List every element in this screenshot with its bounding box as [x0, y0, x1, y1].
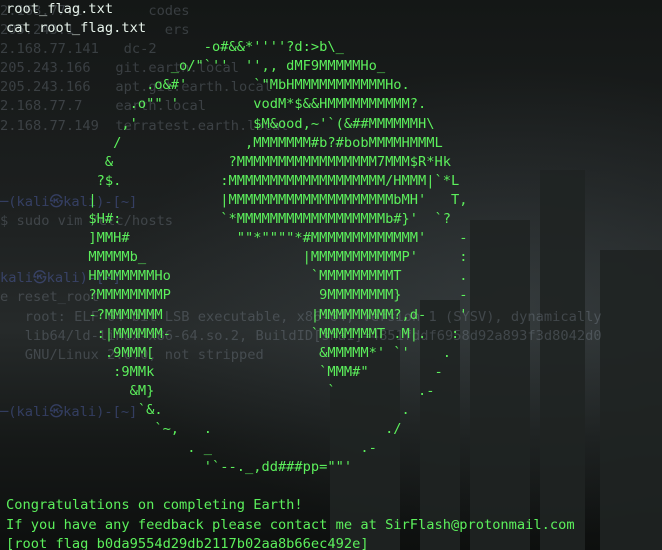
ascii-art-line: :|MMMMMM- `MMMMMMMT .M|. :: [6, 325, 460, 342]
ascii-art-line: .o&#' `"MbHMMMMMMMMMMMHo.: [6, 77, 410, 94]
ascii-art-line: & ?MMMMMMMMMMMMMMMMM7MMM$R*Hk: [6, 153, 451, 170]
command-line-cat: cat root_flag.txt: [6, 20, 147, 37]
ascii-art-line: :9MMk `MMM#" -: [6, 363, 443, 380]
ascii-art-line: ?MMMMMMMMP 9MMMMMMMM} -: [6, 287, 468, 304]
ascii-art-line: .o"" ' vodM*$&&HMMMMMMMMMM?.: [6, 96, 427, 113]
ascii-art-line: -o#&&*''''?d:>b\_: [6, 39, 344, 56]
terminal-window[interactable]: 2.168.77.1 codes 205.243.1 ers 2.168.77.14…: [0, 0, 662, 550]
congrats-message: Congratulations on completing Earth!: [6, 497, 303, 514]
ascii-art-line: | |MMMMMMMMMMMMMMMMMMMMbMH' T,: [6, 191, 468, 208]
ascii-art-line: $H#: `*MMMMMMMMMMMMMMMMMMb#}' `?: [6, 211, 451, 228]
ascii-art-line: ]MMH# ""*""""*#MMMMMMMMMMMMM' -: [6, 230, 468, 247]
command-line-ls: root_flag.txt: [6, 1, 114, 17]
ascii-art-line: MMMMMb_ |MMMMMMMMMMMP' :: [6, 249, 468, 266]
terminal-output: root_flag.txtcat root_flag.txt -o#&&*'''…: [6, 0, 575, 550]
ascii-art-line: `&. .: [6, 401, 410, 418]
ascii-art-line: `~, . ./: [6, 421, 402, 438]
ascii-art-line: _o/"`'' '',, dMF9MMMMMHo_: [6, 58, 386, 75]
ascii-art-line: / ,MMMMMMM#b?#bobMMMMHMMML: [6, 134, 443, 151]
ascii-art-line: -?MMMMMMM |MMMMMMMMM?,d- ': [6, 306, 468, 323]
ascii-art-line: '`--._,dd###pp=""': [6, 459, 353, 476]
ascii-art-earth: -o#&&*''''?d:>b\_ _o/"`'' '',, dMF9MMMMM…: [6, 38, 575, 477]
ascii-art-line: . _ .-: [6, 440, 377, 457]
ascii-art-line: HMMMMMMMHo `MMMMMMMMMT .: [6, 268, 468, 285]
ascii-art-line: ,' $M&ood,~'`(&##MMMMMMH\: [6, 115, 435, 132]
feedback-message: If you have any feedback please contact …: [6, 516, 575, 533]
root-flag[interactable]: [root_flag_b0da9554d29db2117b02aa8b66ec4…: [6, 535, 575, 550]
ascii-art-line: ?$. :MMMMMMMMMMMMMMMMMMM/HMMM|`*L: [6, 172, 460, 189]
ascii-art-line: &M} ` .-: [6, 382, 435, 399]
ascii-art-line: .9MMM[ &MMMMM*' `' .: [6, 344, 451, 361]
